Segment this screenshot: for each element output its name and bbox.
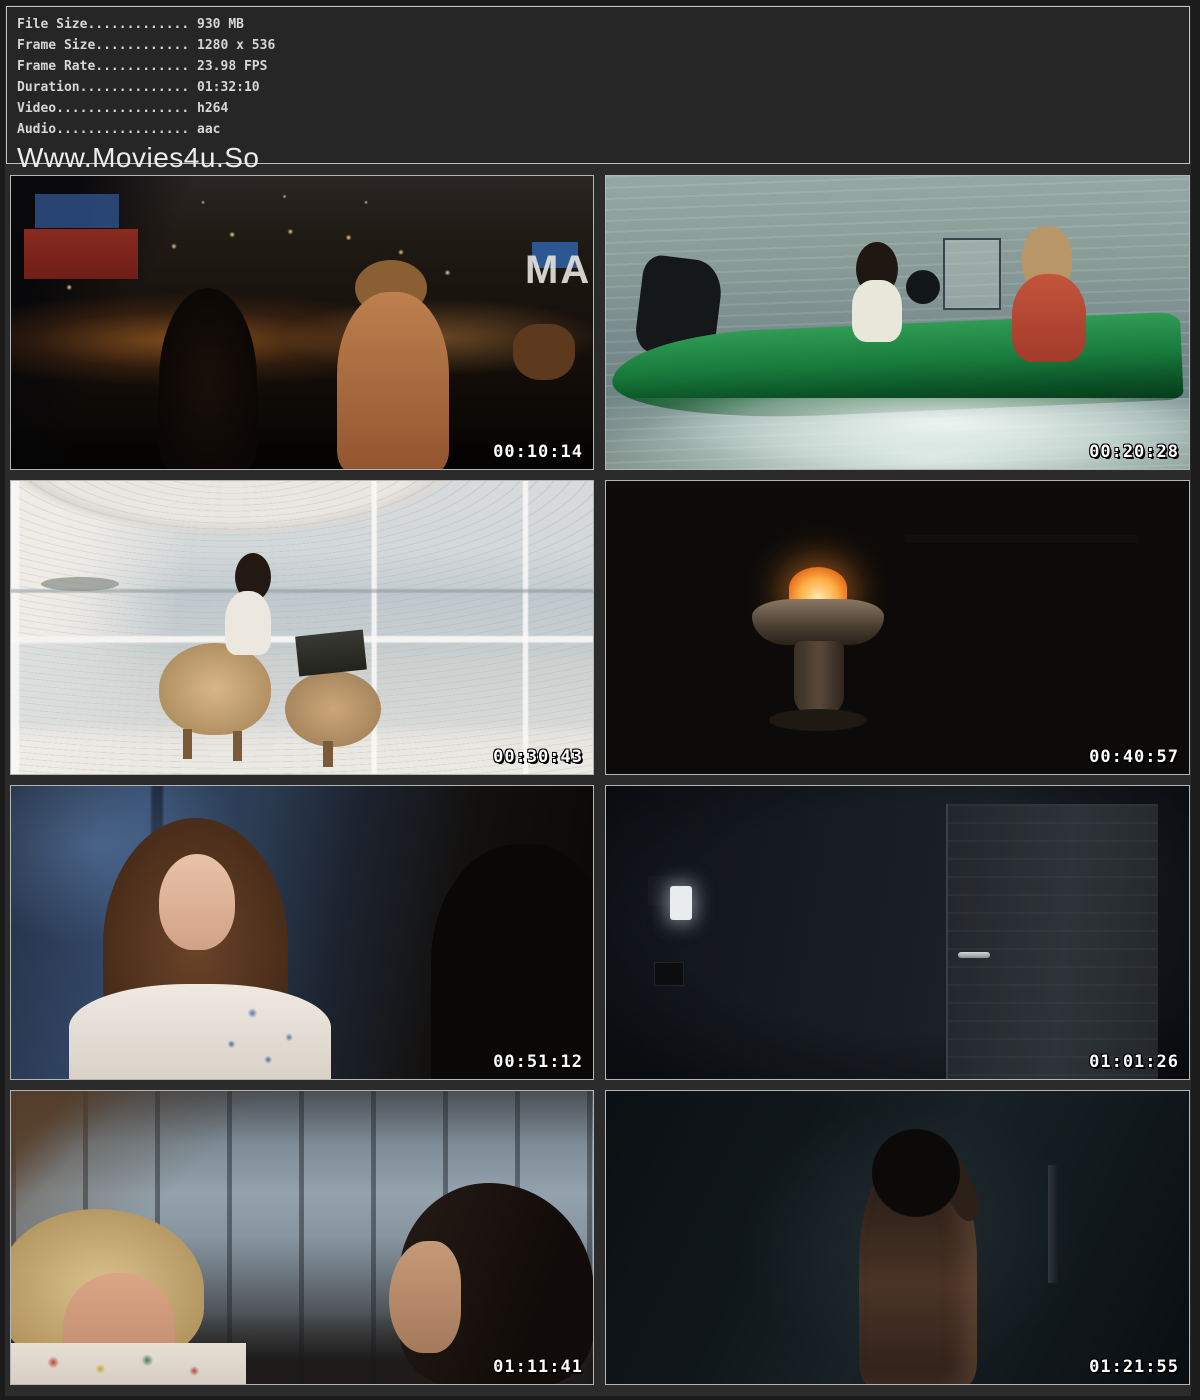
meta-video-codec: Video................. h264 (17, 98, 1179, 119)
timestamp-label: 00:10:14 (493, 442, 583, 462)
media-info-panel: File Size............. 930 MB Frame Size… (6, 6, 1190, 164)
thumbnail-dark-room-door: 01:01:26 (605, 785, 1190, 1080)
scene-shape-driver-top (852, 280, 902, 342)
timestamp-label: 01:11:41 (493, 1357, 583, 1377)
meta-duration: Duration.............. 01:32:10 (17, 77, 1179, 98)
meta-file-size: File Size............. 930 MB (17, 14, 1179, 35)
thumbnail-courtyard-fire: 00:40:57 (605, 480, 1190, 775)
scene-shape-woman-top (225, 591, 271, 655)
thumbnail-woman-blouse: 00:51:12 (10, 785, 594, 1080)
timestamp-label: 00:20:28 (1089, 442, 1179, 462)
scene-shape-blue-sign (35, 194, 119, 228)
scene-shape-woman-right (337, 292, 449, 470)
meta-frame-rate: Frame Rate............ 23.98 FPS (17, 56, 1179, 77)
scene-shape-chair-leg (233, 731, 242, 761)
scene-shape-fire-bowl (752, 599, 884, 645)
meta-frame-size: Frame Size............ 1280 x 536 (17, 35, 1179, 56)
timestamp-label: 00:51:12 (493, 1052, 583, 1072)
scene-shape-wheel (906, 270, 940, 304)
timestamp-label: 01:01:26 (1089, 1052, 1179, 1072)
scene-shape-windshield (943, 238, 1001, 310)
scene-shape-silhouette-right (431, 844, 594, 1080)
scene-shape-laptop (295, 630, 367, 677)
scene-shape-pergola-beam (906, 535, 1138, 543)
thumbnail-balcony-laptop: 00:30:43 (10, 480, 594, 775)
photo-text-ma: MA (525, 248, 591, 293)
screenshot-grid: MA 00:10:14 00:20:28 00:30:43 00:40:57 (10, 175, 1190, 1385)
scene-shape-white-blouse (69, 984, 331, 1080)
thumbnail-shower: 01:21:55 (605, 1090, 1190, 1385)
thumbnail-night-market: MA 00:10:14 (10, 175, 594, 470)
scene-shape-chair-leg (183, 729, 192, 759)
timestamp-label: 00:30:43 (493, 747, 583, 767)
scene-shape-face-right (389, 1241, 461, 1353)
scene-shape-wicker-table (285, 671, 381, 747)
scene-shape-lit-keypad (670, 886, 692, 920)
timestamp-label: 00:40:57 (1089, 747, 1179, 767)
site-watermark: Www.Movies4u.So (17, 143, 1179, 173)
thumbnail-green-boat: 00:20:28 (605, 175, 1190, 470)
scene-shape-shower-bar (1048, 1165, 1058, 1283)
scene-shape-red-banner (24, 229, 138, 279)
scene-shape-red-dress (1012, 274, 1086, 362)
scene-shape-island (41, 577, 119, 591)
timestamp-label: 01:21:55 (1089, 1357, 1179, 1377)
scene-shape-door-handle (958, 952, 990, 958)
scene-shape-light-switch (654, 962, 684, 986)
thumbnail-two-men: 01:11:41 (10, 1090, 594, 1385)
scene-shape-table-leg (323, 741, 333, 767)
scene-shape-face (159, 854, 235, 950)
scene-shape-woman-left (159, 288, 257, 470)
meta-audio-codec: Audio................. aac (17, 119, 1179, 140)
scene-shape-wicker-chair (159, 643, 271, 735)
scene-shape-pedestal-base (769, 709, 867, 731)
scene-shape-bag (513, 324, 575, 380)
scene-shape-pedestal (794, 641, 844, 717)
scene-shape-floral-shirt (11, 1343, 246, 1385)
scene-shape-wet-hair (872, 1129, 960, 1217)
scene-shape-door (946, 804, 1158, 1080)
